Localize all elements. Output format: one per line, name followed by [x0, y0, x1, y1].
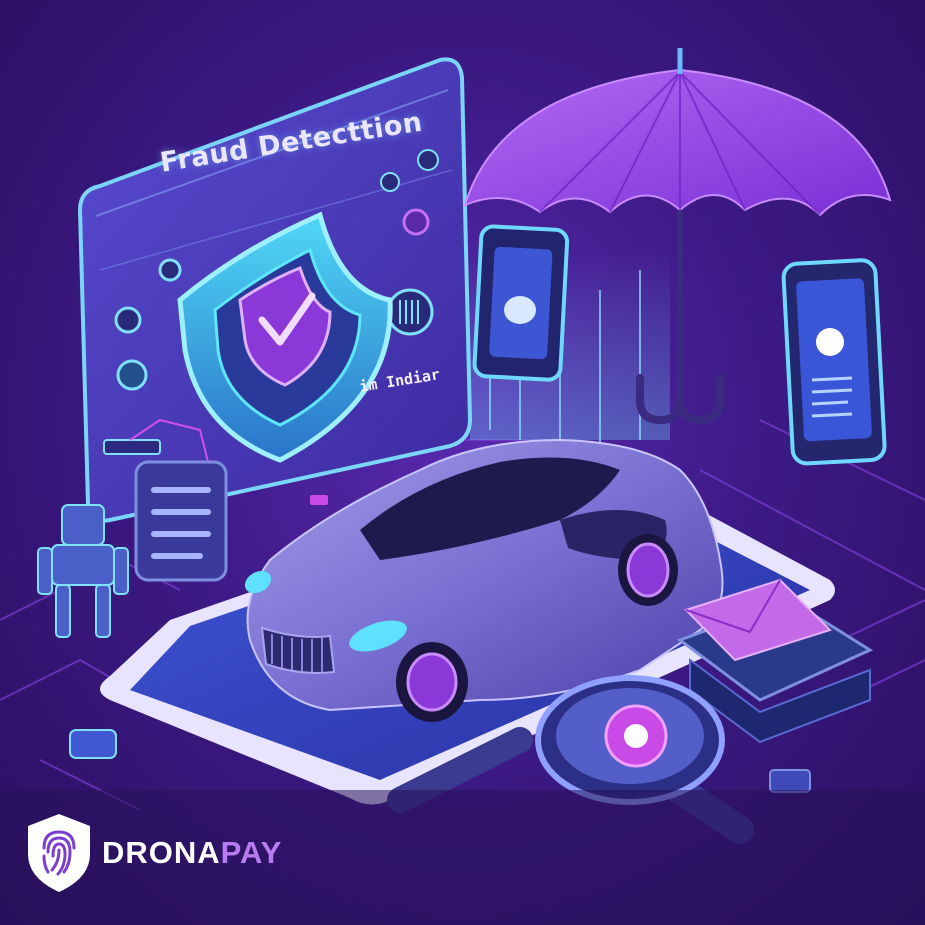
robot-figure	[37, 504, 129, 638]
panel-lock-icon	[114, 306, 142, 334]
panel-barcode-icon	[386, 288, 434, 336]
brand-name-part2: PAY	[220, 835, 283, 870]
panel-eye-icon	[417, 149, 439, 171]
panel-ring-icon	[116, 359, 148, 391]
chip-left	[69, 729, 117, 759]
light-tag	[310, 495, 328, 505]
brand-logo-group: DRONAPAY	[26, 808, 282, 898]
panel-dot-icon	[158, 258, 182, 282]
brand-name: DRONAPAY	[102, 835, 282, 871]
panel-code-tag	[103, 439, 161, 455]
fingerprint-shield-icon	[28, 814, 90, 892]
illustration-scene: Fraud Detecttion im Indiar DRONAPAY	[0, 0, 925, 925]
panel-small-icon	[380, 172, 400, 192]
panel-target-icon	[402, 208, 430, 236]
phone-card-left	[472, 224, 570, 382]
wheel-rear	[626, 542, 670, 598]
chat-bubble-icon	[504, 296, 536, 324]
document-block-icon	[134, 460, 228, 582]
lock-circle-icon	[816, 328, 844, 356]
chip-right	[769, 769, 811, 793]
fraud-detection-illustration	[0, 48, 925, 844]
brand-name-part1: DRONA	[102, 835, 221, 870]
phone-card-right	[781, 258, 887, 466]
wheel-front	[406, 652, 458, 712]
